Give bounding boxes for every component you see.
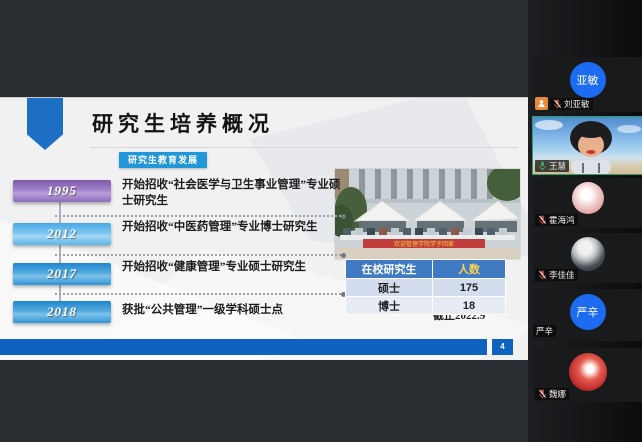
- slide-subtitle-badge: 研究生教育发展: [119, 152, 207, 168]
- participant-name-label: 李佳佳: [535, 269, 578, 281]
- mic-muted-icon: [538, 389, 547, 399]
- participant-name-label: 严辛: [533, 325, 556, 337]
- participant-name-label: 霍海鸿: [535, 214, 578, 226]
- enrollment-table: 在校研究生 人数 硕士 175 博士 18: [345, 259, 506, 315]
- participant-tile[interactable]: 严辛 严辛: [533, 289, 642, 341]
- table-cell: 硕士: [346, 279, 433, 297]
- title-divider: [90, 147, 518, 148]
- table-row: 硕士 175: [346, 279, 506, 297]
- participant-role-icon: [535, 97, 548, 110]
- campus-event-photo: 欢迎管理学院学子回家: [335, 169, 520, 259]
- timeline-year-ribbon: 1995: [13, 180, 111, 202]
- presentation-slide: 研究生培养概况 研究生教育发展 1995 2012 2017 2018 开始招收…: [0, 97, 528, 360]
- timeline-entry-text: 开始招收“健康管理”专业硕士研究生: [122, 259, 344, 275]
- avatar-photo: [572, 182, 604, 214]
- mic-muted-icon: [553, 99, 562, 109]
- timeline-year-ribbon: 2017: [13, 263, 111, 285]
- slide-title: 研究生培养概况: [92, 108, 274, 138]
- participant-tile[interactable]: 亚敏 刘亚敏: [533, 57, 642, 112]
- slide-page-number: 4: [492, 339, 513, 355]
- bookmark-ribbon-icon: [27, 98, 63, 150]
- avatar-initials: 严辛: [577, 304, 599, 320]
- participant-name-label: 刘亚敏: [550, 98, 593, 110]
- table-cell: 博士: [346, 297, 433, 315]
- table-header-cell: 人数: [433, 260, 506, 279]
- timeline-year-ribbon: 2018: [13, 301, 111, 323]
- timeline-separator: [55, 215, 341, 217]
- participant-tile[interactable]: 霍海鸿: [533, 178, 642, 228]
- timeline-entry-text: 开始招收“社会医学与卫生事业管理”专业硕士研究生: [122, 177, 344, 209]
- avatar: 严辛: [570, 294, 606, 330]
- avatar-photo: [571, 237, 605, 271]
- timeline-entry-text: 获批“公共管理”一级学科硕士点: [122, 302, 344, 318]
- participant-name-label: 王慧: [535, 160, 569, 172]
- table-header-cell: 在校研究生: [346, 260, 433, 279]
- mic-muted-icon: [538, 215, 547, 225]
- timeline-year-ribbon: 2012: [13, 223, 111, 245]
- table-cell: 18: [433, 297, 506, 315]
- slide-footer-bar: [0, 339, 487, 355]
- participants-sidebar: 亚敏 刘亚敏: [528, 0, 642, 442]
- timeline-separator: [55, 254, 341, 256]
- table-row: 博士 18: [346, 297, 506, 315]
- table-header-row: 在校研究生 人数: [346, 260, 506, 279]
- screen-share-area: 研究生培养概况 研究生教育发展 1995 2012 2017 2018 开始招收…: [0, 0, 530, 442]
- mic-muted-icon: [538, 270, 547, 280]
- avatar: 亚敏: [570, 62, 606, 98]
- mic-on-icon: [538, 161, 547, 171]
- avatar-initials: 亚敏: [577, 72, 599, 88]
- participant-tile[interactable]: 李佳佳: [533, 233, 642, 283]
- table-cell: 175: [433, 279, 506, 297]
- avatar-photo: [569, 353, 607, 391]
- timeline-separator: [55, 293, 341, 295]
- timeline-entry-text: 开始招收“中医药管理”专业博士研究生: [122, 219, 344, 235]
- participant-name-label: 魏娜: [535, 388, 569, 400]
- participant-tile[interactable]: 魏娜: [533, 348, 642, 402]
- photo-banner-text: 欢迎管理学院学子回家: [394, 240, 454, 248]
- meeting-window: 研究生培养概况 研究生教育发展 1995 2012 2017 2018 开始招收…: [0, 0, 642, 442]
- participant-tile-active-speaker[interactable]: 王慧: [533, 117, 642, 174]
